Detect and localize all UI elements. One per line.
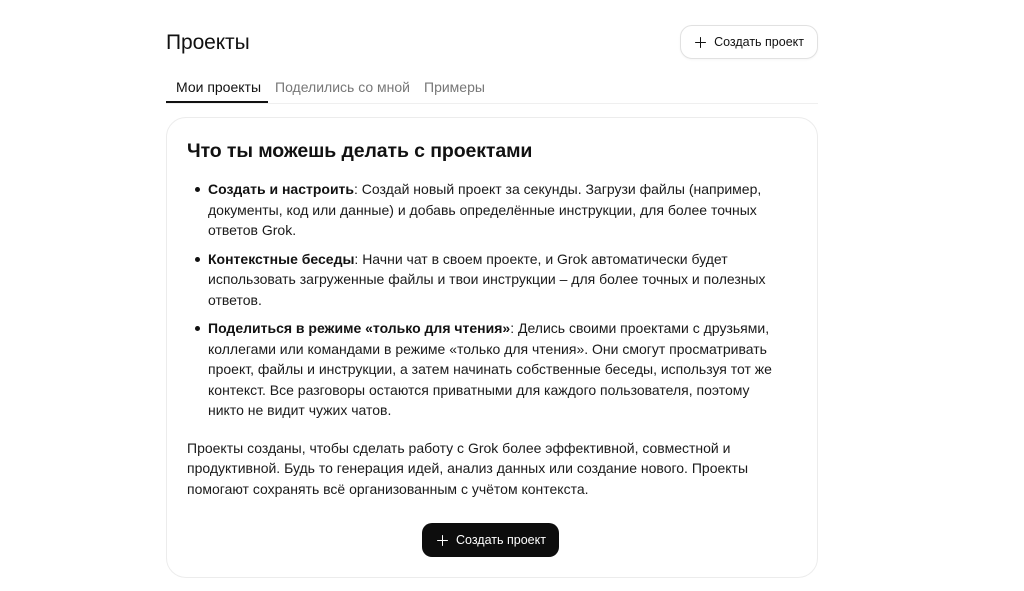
feature-list: Создать и настроить: Создай новый проект… [187, 179, 797, 421]
projects-info-card: Что ты можешь делать с проектами Создать… [166, 117, 818, 578]
info-card-title: Что ты можешь делать с проектами [187, 140, 533, 162]
feature-item-context-chats: Контекстные беседы: Начни чат в своем пр… [195, 249, 797, 311]
create-project-primary-button-label: Создать проект [456, 533, 546, 547]
create-project-primary-button[interactable]: Создать проект [422, 523, 559, 557]
feature-item-create: Создать и настроить: Создай новый проект… [195, 179, 797, 241]
tab-examples[interactable]: Примеры [417, 74, 492, 102]
plus-icon [695, 36, 707, 48]
plus-icon [437, 534, 448, 546]
feature-item-read-only-sharing: Поделиться в режиме «только для чтения»:… [195, 318, 797, 421]
info-card-summary: Проекты созданы, чтобы сделать работу с … [187, 439, 749, 497]
projects-page: Проекты Создать проект Мои проекты Подел… [0, 0, 1024, 591]
project-tabs: Мои проекты Поделились со мной Примеры [166, 74, 818, 104]
create-project-button[interactable]: Создать проект [680, 25, 818, 59]
tab-my-projects[interactable]: Мои проекты [166, 74, 269, 103]
feature-heading: Контекстные беседы [208, 250, 355, 267]
tab-shared-with-me[interactable]: Поделились со мной [268, 74, 417, 102]
page-header: Проекты Создать проект [166, 25, 818, 61]
create-project-button-label: Создать проект [714, 35, 804, 49]
feature-heading: Поделиться в режиме «только для чтения» [208, 320, 511, 336]
feature-heading: Создать и настроить [208, 181, 355, 197]
page-title: Проекты [166, 31, 250, 54]
